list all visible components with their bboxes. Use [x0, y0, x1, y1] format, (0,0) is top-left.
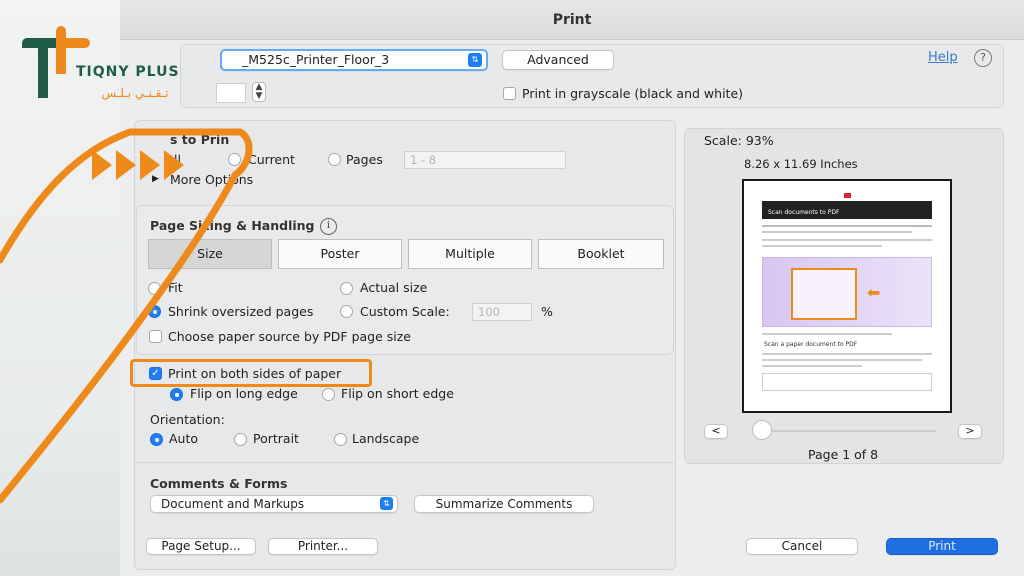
logo-brand: TIQNY PLUS	[76, 64, 180, 80]
logo-brand-text: TIQNY PLUS	[76, 64, 180, 80]
orange-swoosh-top	[0, 128, 244, 264]
triple-arrows-icon	[92, 150, 184, 180]
orange-swoosh-bottom	[0, 128, 253, 504]
logo-arabic-text: تـقـنـي بـلـس	[101, 86, 169, 100]
